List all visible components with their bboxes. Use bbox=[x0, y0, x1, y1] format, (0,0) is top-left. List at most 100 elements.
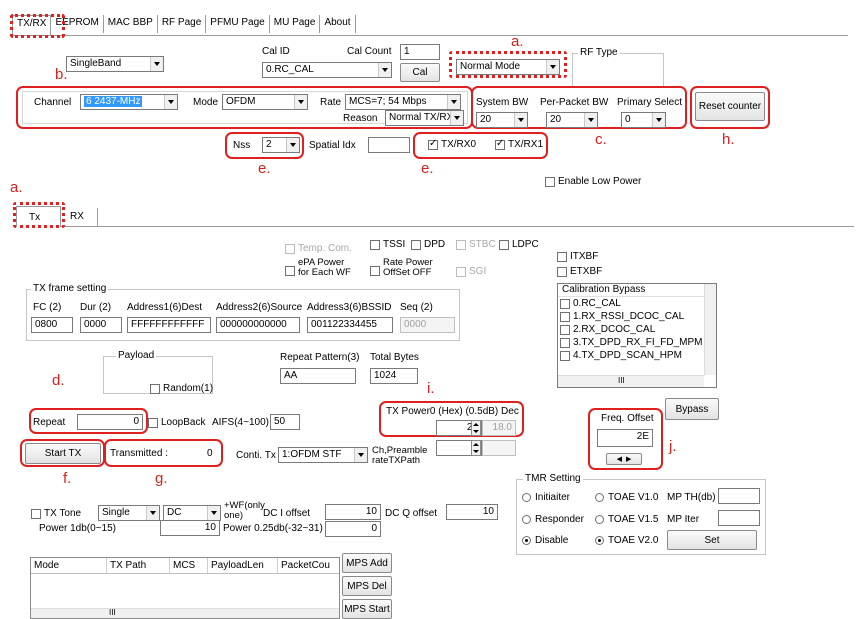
horizontal-scrollbar[interactable]: III bbox=[31, 608, 339, 618]
list-item[interactable]: 4.TX_DPD_SCAN_HPM bbox=[558, 349, 716, 362]
tx-path-column-header[interactable]: TX Path bbox=[107, 558, 170, 573]
mps-add-button[interactable]: MPS Add bbox=[342, 553, 392, 573]
checkbox-checked-icon bbox=[495, 138, 505, 150]
tmr-set-button[interactable]: Set bbox=[667, 530, 757, 550]
cal-count-field[interactable]: 1 bbox=[400, 44, 440, 60]
rate-select[interactable]: MCS=7; 54 Mbps bbox=[345, 94, 461, 110]
tx-tone-checkbox[interactable]: TX Tone bbox=[31, 508, 81, 519]
spatial-idx-label: Spatial Idx bbox=[309, 140, 356, 151]
loopback-checkbox[interactable]: LoopBack bbox=[148, 417, 205, 428]
tx-power-spinner[interactable] bbox=[471, 420, 481, 436]
address3-field[interactable]: 001122334455 bbox=[307, 317, 393, 333]
txrx1-checkbox[interactable]: TX/RX1 bbox=[495, 138, 543, 150]
mcs-column-header[interactable]: MCS bbox=[170, 558, 208, 573]
list-item[interactable]: 0.RC_CAL bbox=[558, 297, 716, 310]
freq-offset-stepper[interactable]: ◀ ▶ bbox=[606, 453, 642, 465]
ldpc-checkbox[interactable]: LDPC bbox=[499, 239, 539, 250]
toae-v15-radio[interactable]: TOAE V1.5 bbox=[595, 514, 658, 525]
toae-v20-radio[interactable]: TOAE V2.0 bbox=[595, 535, 658, 546]
repeat-pattern-field[interactable]: AA bbox=[280, 368, 356, 384]
total-bytes-field[interactable]: 1024 bbox=[370, 368, 418, 384]
dc-q-offset-field[interactable]: 10 bbox=[446, 504, 498, 520]
conti-tx-select[interactable]: 1:OFDM STF bbox=[278, 447, 368, 463]
bypass-button[interactable]: Bypass bbox=[665, 398, 719, 420]
subtab-rx[interactable]: RX bbox=[64, 208, 98, 226]
list-item[interactable]: 2.RX_DCOC_CAL bbox=[558, 323, 716, 336]
chevron-left-icon: ◀ bbox=[616, 456, 623, 463]
reason-select[interactable]: Normal TX/RX bbox=[385, 110, 464, 126]
tab-mac-bbp[interactable]: MAC BBP bbox=[104, 15, 158, 33]
primary-select[interactable]: 0 bbox=[621, 112, 666, 128]
dc-i-offset-field[interactable]: 10 bbox=[325, 504, 381, 520]
tab-rf-page[interactable]: RF Page bbox=[158, 15, 207, 33]
initiater-radio[interactable]: Initiaiter bbox=[522, 492, 570, 503]
cal-button[interactable]: Cal bbox=[400, 63, 440, 82]
rate-label: Rate bbox=[320, 97, 342, 108]
dc-select[interactable]: DC bbox=[163, 505, 221, 521]
repeat-field[interactable]: 0 bbox=[77, 414, 143, 430]
itxbf-checkbox[interactable]: ITXBF bbox=[557, 251, 598, 262]
seq-field[interactable]: 0000 bbox=[400, 317, 455, 333]
random-checkbox[interactable]: Random(1) bbox=[150, 383, 213, 394]
dur-field[interactable]: 0000 bbox=[80, 317, 122, 333]
mps-table[interactable]: Mode TX Path MCS PayloadLen PacketCou II… bbox=[30, 557, 340, 619]
checkbox-icon bbox=[560, 324, 570, 335]
mode-column-header[interactable]: Mode bbox=[31, 558, 107, 573]
dpd-checkbox[interactable]: DPD bbox=[411, 239, 445, 250]
mp-th-field[interactable] bbox=[718, 488, 760, 504]
address2-field[interactable]: 000000000000 bbox=[216, 317, 300, 333]
toae-v10-radio[interactable]: TOAE V1.0 bbox=[595, 492, 658, 503]
system-bw-select[interactable]: 20 bbox=[476, 112, 528, 128]
aifs-field[interactable]: 50 bbox=[270, 414, 300, 430]
fc-field[interactable]: 0800 bbox=[31, 317, 73, 333]
tab-mu-page[interactable]: MU Page bbox=[270, 15, 321, 33]
tmr-title: TMR Setting bbox=[523, 473, 583, 484]
reset-counter-button[interactable]: Reset counter bbox=[695, 92, 765, 121]
packet-count-column-header[interactable]: PacketCou bbox=[278, 558, 338, 573]
list-item[interactable]: 3.TX_DPD_RX_FI_FD_MPM bbox=[558, 336, 716, 349]
cal-id-select[interactable]: 0.RC_CAL bbox=[262, 62, 392, 78]
scroll-thumb: III bbox=[109, 608, 116, 617]
epa-power-checkbox[interactable]: ePA Power for Each WF bbox=[285, 258, 351, 278]
tx-power-extra-spinner[interactable] bbox=[471, 440, 481, 456]
start-tx-button[interactable]: Start TX bbox=[25, 443, 101, 464]
tx-tone-select[interactable]: Single bbox=[98, 505, 160, 521]
stbc-checkbox[interactable]: STBC bbox=[456, 239, 496, 250]
spatial-idx-field[interactable] bbox=[368, 137, 410, 153]
sgi-checkbox[interactable]: SGI bbox=[456, 266, 486, 277]
payload-len-column-header[interactable]: PayloadLen bbox=[208, 558, 278, 573]
mps-del-button[interactable]: MPS Del bbox=[342, 576, 392, 596]
spin-down-icon bbox=[472, 448, 480, 455]
calibration-bypass-list[interactable]: Calibration Bypass 0.RC_CAL 1.RX_RSSI_DC… bbox=[557, 283, 717, 388]
epa-power-label-line2: for Each WF bbox=[298, 267, 351, 278]
vertical-scrollbar[interactable] bbox=[704, 284, 716, 375]
mp-iter-field[interactable] bbox=[718, 510, 760, 526]
rate-power-offset-checkbox[interactable]: Rate Power OffSet OFF bbox=[370, 258, 433, 278]
fc-header: FC (2) bbox=[33, 302, 62, 313]
etxbf-checkbox[interactable]: ETXBF bbox=[557, 266, 602, 277]
horizontal-scrollbar[interactable]: III bbox=[558, 375, 704, 387]
dc-i-offset-label: DC I offset bbox=[263, 508, 311, 519]
responder-radio[interactable]: Responder bbox=[522, 514, 584, 525]
address1-field[interactable]: FFFFFFFFFFFF bbox=[127, 317, 211, 333]
enable-low-power-checkbox[interactable]: Enable Low Power bbox=[545, 176, 641, 187]
per-packet-bw-select[interactable]: 20 bbox=[546, 112, 598, 128]
freq-offset-field[interactable]: 2E bbox=[597, 429, 653, 447]
phy-mode-select[interactable]: OFDM bbox=[222, 94, 308, 110]
txrx0-checkbox[interactable]: TX/RX0 bbox=[428, 138, 476, 150]
radio-selected-icon bbox=[595, 536, 604, 545]
disable-radio[interactable]: Disable bbox=[522, 535, 568, 546]
nss-select[interactable]: 2 bbox=[262, 137, 300, 153]
channel-select[interactable]: 6 2437-MHz bbox=[80, 94, 178, 110]
power-1db-field[interactable]: 10 bbox=[160, 520, 220, 536]
band-select[interactable]: SingleBand bbox=[66, 56, 164, 72]
list-item[interactable]: 1.RX_RSSI_DCOC_CAL bbox=[558, 310, 716, 323]
tab-about[interactable]: About bbox=[320, 15, 356, 33]
annotation-b: b. bbox=[55, 66, 68, 83]
dc-q-offset-label: DC Q offset bbox=[385, 508, 438, 519]
tab-pfmu-page[interactable]: PFMU Page bbox=[206, 15, 270, 33]
tssi-checkbox[interactable]: TSSI bbox=[370, 239, 405, 250]
temp-comp-checkbox[interactable]: Temp. Com. bbox=[285, 243, 352, 254]
power-025db-field[interactable]: 0 bbox=[325, 521, 381, 537]
mps-start-button[interactable]: MPS Start bbox=[342, 599, 392, 619]
